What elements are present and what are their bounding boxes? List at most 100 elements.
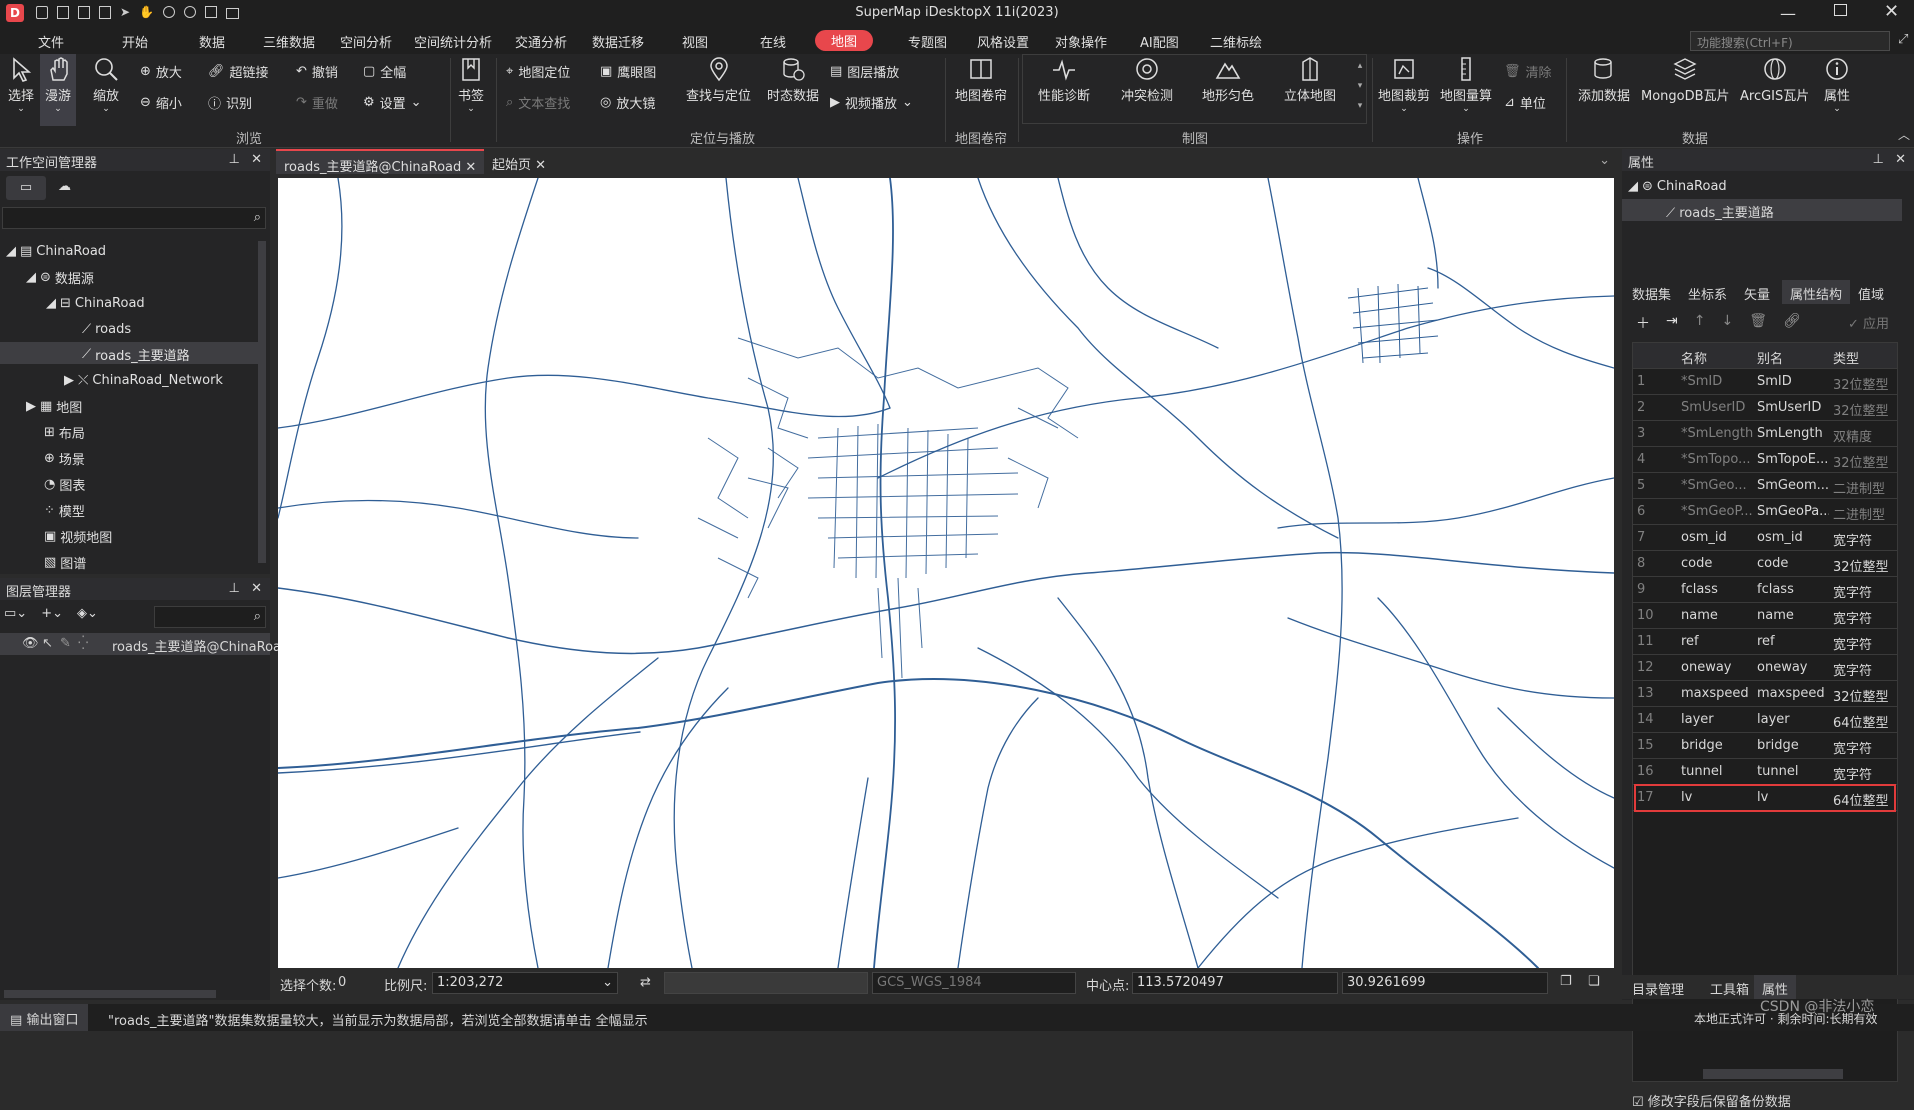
conflict-check-button[interactable]: 冲突检测 <box>1121 56 1173 104</box>
move-up-icon[interactable]: ↑ <box>1694 313 1706 333</box>
pin-icon[interactable]: ⊥ <box>229 152 240 167</box>
function-search-input[interactable]: 功能搜索(Ctrl+F) <box>1690 31 1890 51</box>
tree-datasources[interactable]: ◢ ⊜ 数据源 <box>26 266 94 288</box>
pan-button[interactable]: 漫游 ⌄ <box>40 54 77 126</box>
table-row[interactable]: 9 fclass fclass 宽字符 <box>1633 577 1897 603</box>
backup-checkbox[interactable]: ☑ 修改字段后保留备份数据 <box>1632 1091 1791 1110</box>
center-x-field[interactable]: 113.5720497 <box>1132 972 1338 994</box>
tree-dataset-main-roads[interactable]: ⟋ roads_主要道路 <box>82 343 190 365</box>
tree-video-maps[interactable]: ▣ 视频地图 <box>44 525 112 547</box>
temporal-data-button[interactable]: 时态数据 <box>767 56 819 104</box>
tree-dataset-roads[interactable]: ⟋ roads <box>82 318 131 340</box>
menu-start[interactable]: 开始 <box>122 32 148 51</box>
table-row[interactable]: 15 bridge bridge 宽字符 <box>1633 733 1897 759</box>
mongodb-tiles-button[interactable]: MongoDB瓦片 <box>1641 56 1730 104</box>
bookmark-button[interactable]: 书签 ⌄ <box>458 56 484 114</box>
menu-migration[interactable]: 数据迁移 <box>592 32 644 51</box>
performance-diagnosis-button[interactable]: 性能诊断 <box>1038 56 1090 104</box>
close-icon[interactable]: ✕ <box>251 581 262 596</box>
find-locate-button[interactable]: 查找与定位 <box>686 56 751 104</box>
menu-thematic[interactable]: 专题图 <box>908 32 947 51</box>
map-locate-button[interactable]: ⌖ 地图定位 <box>506 62 570 81</box>
paste-icon[interactable]: ❏ <box>1588 974 1600 989</box>
tree-layouts[interactable]: ⊞ 布局 <box>44 421 85 443</box>
pin-icon[interactable]: ⊥ <box>1873 152 1884 167</box>
table-row[interactable]: 3 *SmLength SmLength 双精度 <box>1633 421 1897 447</box>
layer-search-input[interactable]: ⌕ <box>154 606 266 628</box>
menu-ai-mapping[interactable]: AI配图 <box>1140 32 1179 51</box>
ws-view-toggle[interactable]: ▭ <box>6 176 46 200</box>
tree-charts[interactable]: ◔ 图表 <box>44 473 85 495</box>
close-icon[interactable]: ✕ <box>1895 152 1906 167</box>
table-row[interactable]: 12 oneway oneway 宽字符 <box>1633 655 1897 681</box>
full-extent-button[interactable]: ▢ 全幅 <box>363 62 406 81</box>
menu-data[interactable]: 数据 <box>199 32 225 51</box>
video-play-button[interactable]: ▶ 视频播放 ⌄ <box>830 93 913 112</box>
copy-icon[interactable]: ❐ <box>1560 974 1572 989</box>
zoom-out-button[interactable]: ⊖ 缩小 <box>140 93 182 112</box>
menu-plotting[interactable]: 二维标绘 <box>1210 32 1262 51</box>
table-row[interactable]: 1 *SmID SmID 32位整型 <box>1633 369 1897 395</box>
zoom-button[interactable]: 缩放 ⌄ <box>93 56 119 114</box>
hyperlink-button[interactable]: 🔗︎ 超链接 <box>208 62 269 81</box>
menu-object-ops[interactable]: 对象操作 <box>1055 32 1107 51</box>
unit-button[interactable]: ⊿ 单位 <box>1504 93 1546 112</box>
selectable-icon[interactable]: ↖ <box>42 636 53 651</box>
ws-scrollbar[interactable] <box>258 241 266 563</box>
menu-style[interactable]: 风格设置 <box>977 32 1029 51</box>
table-row[interactable]: 4 *SmTopo... SmTopoE... 32位整型 <box>1633 447 1897 473</box>
undo-button[interactable]: ↶ 撤销 <box>296 62 338 81</box>
editable-icon[interactable]: ✎ <box>60 636 71 651</box>
identify-button[interactable]: ⓘ 识别 <box>208 93 252 112</box>
delete-field-icon[interactable]: 🗑︎ <box>1749 313 1767 333</box>
search-icon[interactable]: ⌕ <box>254 210 261 225</box>
tab-vector[interactable]: 矢量 <box>1744 284 1770 303</box>
map-canvas[interactable] <box>278 178 1614 968</box>
table-row[interactable]: 13 maxspeed maxspeed 32位整型 <box>1633 681 1897 707</box>
table-row[interactable]: 11 ref ref 宽字符 <box>1633 629 1897 655</box>
tree-datasource-chinaroad[interactable]: ◢ ⊟ ChinaRoad <box>46 292 145 314</box>
close-button[interactable]: ✕ <box>1884 1 1899 22</box>
text-search-button[interactable]: ⌕ 文本查找 <box>506 93 570 112</box>
magnifier-button[interactable]: ◎ 放大镜 <box>600 93 655 112</box>
arcgis-tiles-button[interactable]: ArcGIS瓦片 <box>1740 56 1809 104</box>
minimize-button[interactable]: — <box>1780 4 1796 23</box>
layer-stack-icon[interactable]: ◈⌄ <box>77 606 98 621</box>
tab-crs[interactable]: 坐标系 <box>1688 284 1727 303</box>
zoom-in-button[interactable]: ⊕ 放大 <box>140 62 182 81</box>
output-window-tab[interactable]: ▤ 输出窗口 <box>0 1004 89 1031</box>
prop-tree-selected[interactable]: ⟋ roads_主要道路 <box>1622 199 1902 221</box>
table-hscroll[interactable] <box>1703 1069 1843 1079</box>
tab-toolbox[interactable]: 工具箱 <box>1710 979 1749 998</box>
tab-dataset[interactable]: 数据集 <box>1632 284 1671 303</box>
gallery-scroll[interactable]: ▴ ▾ ▾ <box>1354 56 1366 122</box>
table-row[interactable]: 16 tunnel tunnel 宽字符 <box>1633 759 1897 785</box>
tree-workspace-root[interactable]: ◢ ▤ ChinaRoad <box>6 240 106 262</box>
menu-spatial-stats[interactable]: 空间统计分析 <box>414 32 492 51</box>
table-row[interactable]: 7 osm_id osm_id 宽字符 <box>1633 525 1897 551</box>
map-rollup-button[interactable]: 地图卷帘 <box>955 56 1007 104</box>
stereo-map-button[interactable]: 立体地图 <box>1284 56 1336 104</box>
properties-button[interactable]: 属性 ⌄ <box>1824 56 1850 114</box>
open-layer-icon[interactable]: ▭⌄ <box>4 606 27 621</box>
table-row[interactable]: 6 *SmGeoP... SmGeoPa... 二进制型 <box>1633 499 1897 525</box>
table-row[interactable]: 8 code code 32位整型 <box>1633 551 1897 577</box>
link-icon[interactable]: 🔗︎ <box>1783 313 1801 333</box>
maximize-button[interactable] <box>1834 4 1847 16</box>
tree-maps[interactable]: ▶ ▦ 地图 <box>26 395 82 417</box>
menu-traffic[interactable]: 交通分析 <box>515 32 567 51</box>
expand-icon[interactable]: ⤢ <box>1898 32 1908 47</box>
collapse-ribbon-icon[interactable]: ︿ <box>1898 126 1910 143</box>
redo-button[interactable]: ↷ 重做 <box>296 93 338 112</box>
menu-file[interactable]: 文件 <box>38 32 64 51</box>
menu-online[interactable]: 在线 <box>760 32 786 51</box>
menu-view[interactable]: 视图 <box>682 32 708 51</box>
map-clip-button[interactable]: 地图裁剪 ⌄ <box>1378 56 1430 114</box>
center-y-field[interactable]: 30.9261699 <box>1342 972 1548 994</box>
settings-button[interactable]: ⚙ 设置 ⌄ <box>363 93 422 112</box>
pin-icon[interactable]: ⊥ <box>229 581 240 596</box>
add-layer-icon[interactable]: +⌄ <box>41 606 63 621</box>
snap-icon[interactable]: ⁛ <box>78 636 88 651</box>
map-measure-button[interactable]: 地图量算 ⌄ <box>1440 56 1492 114</box>
tab-attribute-structure[interactable]: 属性结构 <box>1782 280 1851 304</box>
